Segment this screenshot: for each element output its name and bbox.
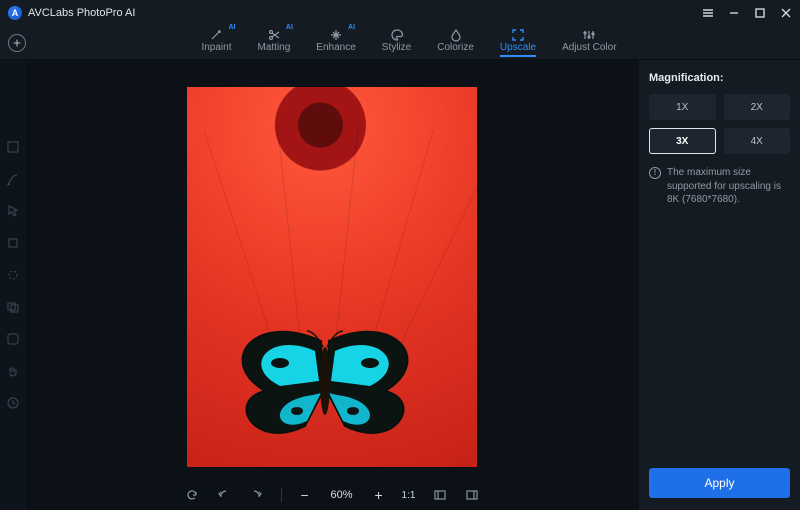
close-button[interactable] bbox=[780, 7, 792, 19]
rotate-icon[interactable] bbox=[185, 488, 199, 502]
redo-icon[interactable] bbox=[249, 488, 263, 502]
magnification-3x[interactable]: 3X bbox=[649, 128, 716, 154]
scissors-icon: AI bbox=[267, 28, 281, 42]
brush-tool-icon[interactable] bbox=[6, 172, 20, 186]
sliders-icon bbox=[582, 28, 596, 42]
app-logo-icon: A bbox=[8, 6, 22, 20]
canvas-area: − 60% + 1:1 bbox=[26, 60, 638, 510]
hand-tool-icon[interactable] bbox=[6, 364, 20, 378]
info-icon: ! bbox=[649, 167, 661, 179]
tab-adjust-color[interactable]: Adjust Color bbox=[562, 28, 616, 57]
palette-icon bbox=[390, 28, 404, 42]
title-bar: A AVCLabs PhotoPro AI bbox=[0, 0, 800, 26]
image-viewport[interactable] bbox=[26, 60, 638, 480]
magnification-2x[interactable]: 2X bbox=[724, 94, 791, 120]
left-toolbar bbox=[0, 60, 26, 510]
expand-icon bbox=[511, 28, 525, 42]
apply-button[interactable]: Apply bbox=[649, 468, 790, 498]
tab-label: Colorize bbox=[437, 42, 474, 53]
tool-tabs: AIInpaintAIMattingAIEnhanceStylizeColori… bbox=[201, 28, 616, 57]
minimize-button[interactable] bbox=[728, 7, 740, 19]
magnification-1x[interactable]: 1X bbox=[649, 94, 716, 120]
fit-screen-icon[interactable] bbox=[433, 488, 447, 502]
tab-label: Upscale bbox=[500, 42, 536, 53]
tab-colorize[interactable]: Colorize bbox=[437, 28, 474, 57]
maximize-button[interactable] bbox=[754, 7, 766, 19]
zoom-out-button[interactable]: − bbox=[300, 487, 310, 503]
canvas-bottom-bar: − 60% + 1:1 bbox=[185, 480, 480, 510]
tab-label: Enhance bbox=[316, 42, 355, 53]
tab-label: Stylize bbox=[382, 42, 411, 53]
menu-icon[interactable] bbox=[702, 7, 714, 19]
undo-icon[interactable] bbox=[217, 488, 231, 502]
app-brand: A AVCLabs PhotoPro AI bbox=[8, 6, 135, 20]
tab-inpaint[interactable]: AIInpaint bbox=[201, 28, 231, 57]
droplet-icon bbox=[449, 28, 463, 42]
wand-icon: AI bbox=[209, 28, 223, 42]
rect-select-tool-icon[interactable] bbox=[6, 140, 20, 154]
app-title: AVCLabs PhotoPro AI bbox=[28, 7, 135, 19]
ai-badge: AI bbox=[228, 24, 235, 31]
add-image-button[interactable] bbox=[8, 34, 26, 52]
info-text: The maximum size supported for upscaling… bbox=[667, 166, 790, 207]
tab-label: Inpaint bbox=[201, 42, 231, 53]
magnification-4x[interactable]: 4X bbox=[724, 128, 791, 154]
tab-stylize[interactable]: Stylize bbox=[382, 28, 411, 57]
tab-enhance[interactable]: AIEnhance bbox=[316, 28, 355, 57]
layers-tool-icon[interactable] bbox=[6, 300, 20, 314]
panel-title: Magnification: bbox=[649, 72, 790, 84]
compare-icon[interactable] bbox=[465, 488, 479, 502]
zoom-actual-button[interactable]: 1:1 bbox=[402, 490, 416, 501]
window-controls bbox=[702, 7, 792, 19]
ai-badge: AI bbox=[286, 24, 293, 31]
preview-image bbox=[187, 87, 477, 467]
history-tool-icon[interactable] bbox=[6, 396, 20, 410]
sparkle-icon: AI bbox=[329, 28, 343, 42]
tab-matting[interactable]: AIMatting bbox=[258, 28, 291, 57]
settings-panel: Magnification: 1X 2X 3X 4X ! The maximum si… bbox=[638, 60, 800, 510]
butterfly-illustration bbox=[215, 311, 435, 451]
max-size-info: ! The maximum size supported for upscali… bbox=[649, 166, 790, 207]
magnification-options: 1X 2X 3X 4X bbox=[649, 94, 790, 154]
tab-label: Adjust Color bbox=[562, 42, 616, 53]
zoom-in-button[interactable]: + bbox=[374, 487, 384, 503]
separator bbox=[281, 488, 282, 502]
tab-upscale[interactable]: Upscale bbox=[500, 28, 536, 57]
tab-label: Matting bbox=[258, 42, 291, 53]
crop-tool-icon[interactable] bbox=[6, 236, 20, 250]
main-area: − 60% + 1:1 Magnification: 1X 2X 3X 4X ! Th… bbox=[0, 60, 800, 510]
zoom-value: 60% bbox=[328, 489, 356, 501]
lasso-tool-icon[interactable] bbox=[6, 268, 20, 282]
shape-tool-icon[interactable] bbox=[6, 332, 20, 346]
ai-badge: AI bbox=[348, 24, 355, 31]
pointer-tool-icon[interactable] bbox=[6, 204, 20, 218]
tab-bar: AIInpaintAIMattingAIEnhanceStylizeColori… bbox=[0, 26, 800, 60]
